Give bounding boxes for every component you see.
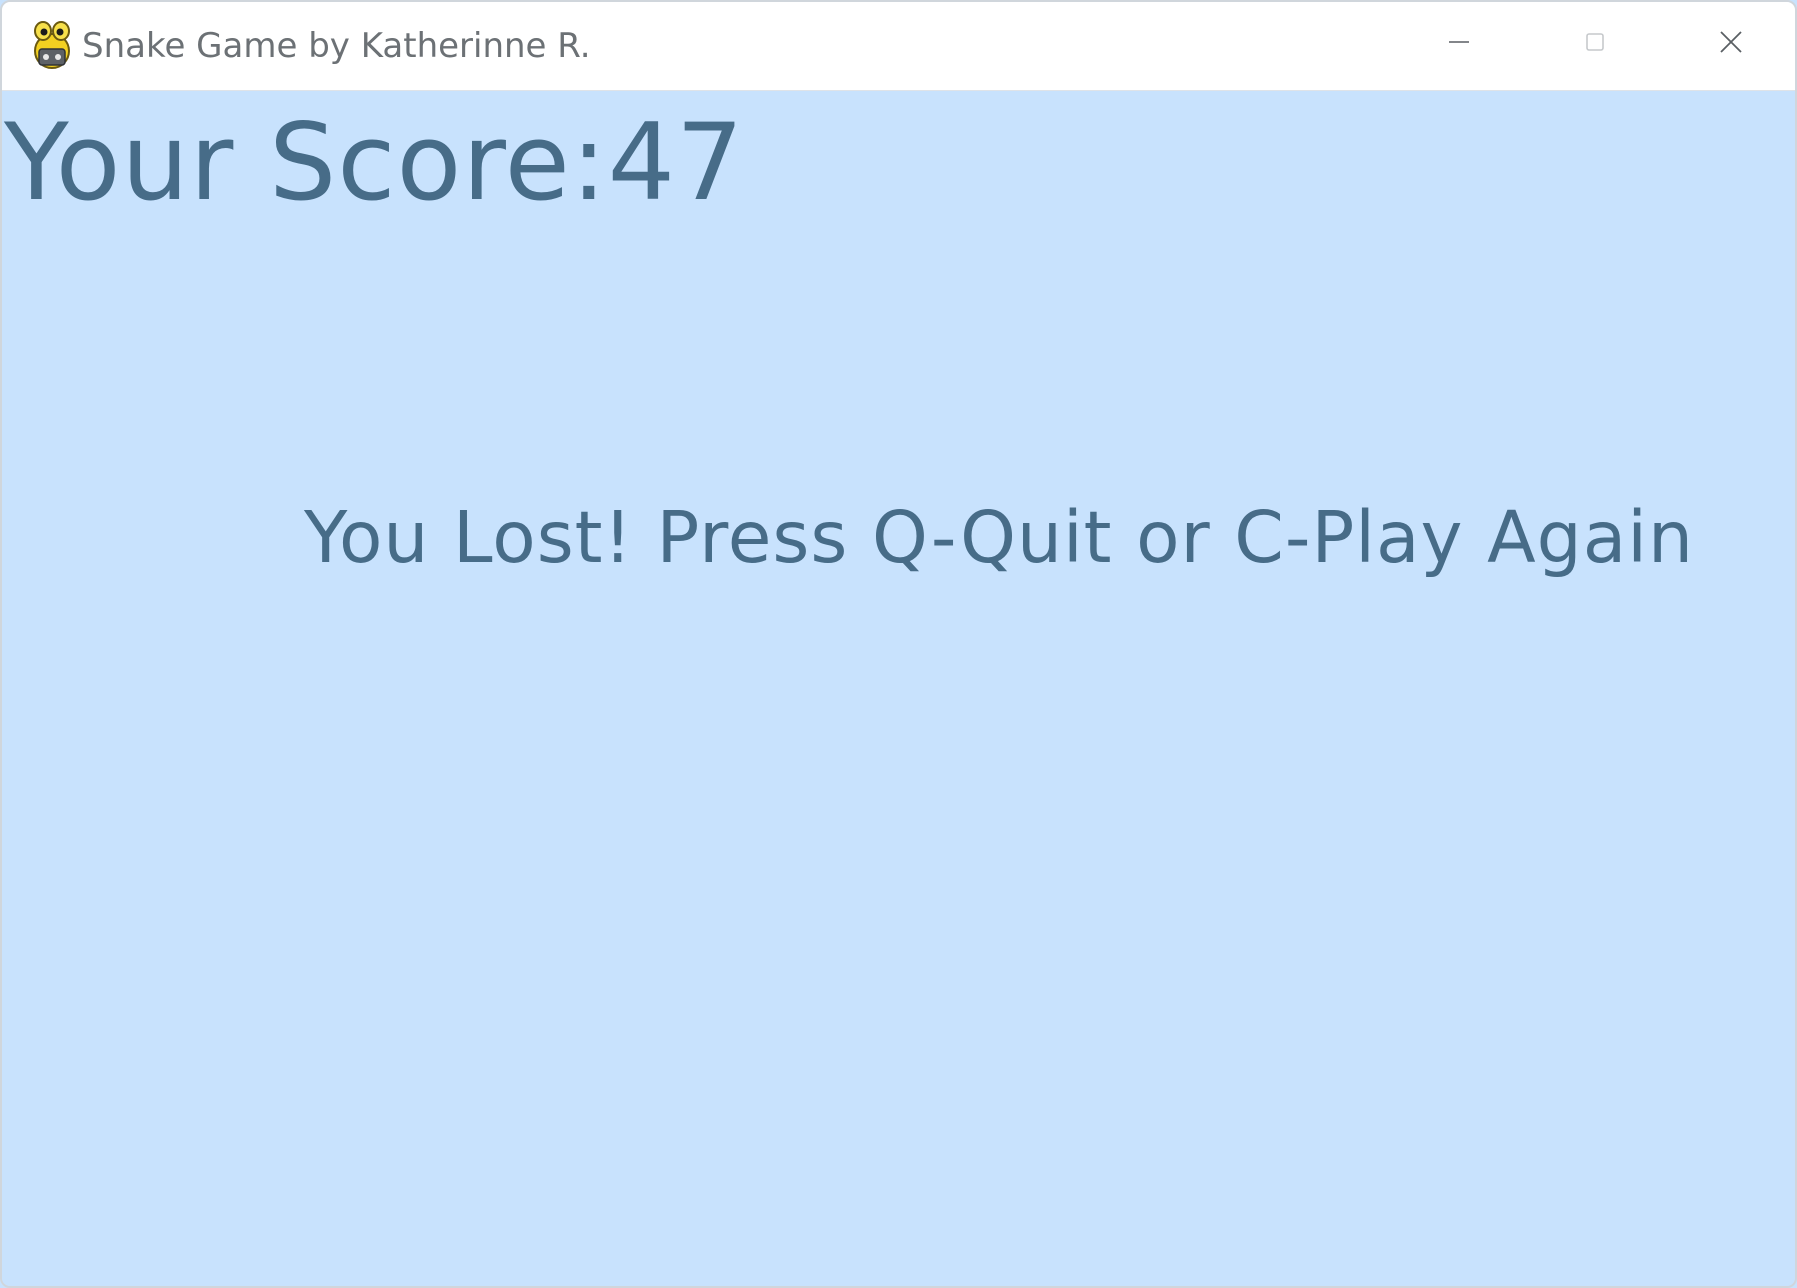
score-label: Your Score:47 <box>4 101 745 224</box>
game-over-message: You Lost! Press Q-Quit or C-Play Again <box>304 496 1694 579</box>
game-window: Snake Game by Katherinne R. Your Score:4… <box>0 0 1797 1288</box>
game-canvas[interactable]: Your Score:47 You Lost! Press Q-Quit or … <box>2 91 1795 1286</box>
close-icon <box>1718 29 1744 60</box>
close-button[interactable] <box>1663 2 1795 86</box>
title-bar[interactable]: Snake Game by Katherinne R. <box>2 2 1795 91</box>
pygame-snake-icon <box>30 19 74 71</box>
maximize-button[interactable] <box>1527 2 1663 86</box>
maximize-icon <box>1583 30 1607 59</box>
window-title: Snake Game by Katherinne R. <box>82 26 591 66</box>
minimize-button[interactable] <box>1391 2 1527 86</box>
minimize-icon <box>1447 30 1471 59</box>
